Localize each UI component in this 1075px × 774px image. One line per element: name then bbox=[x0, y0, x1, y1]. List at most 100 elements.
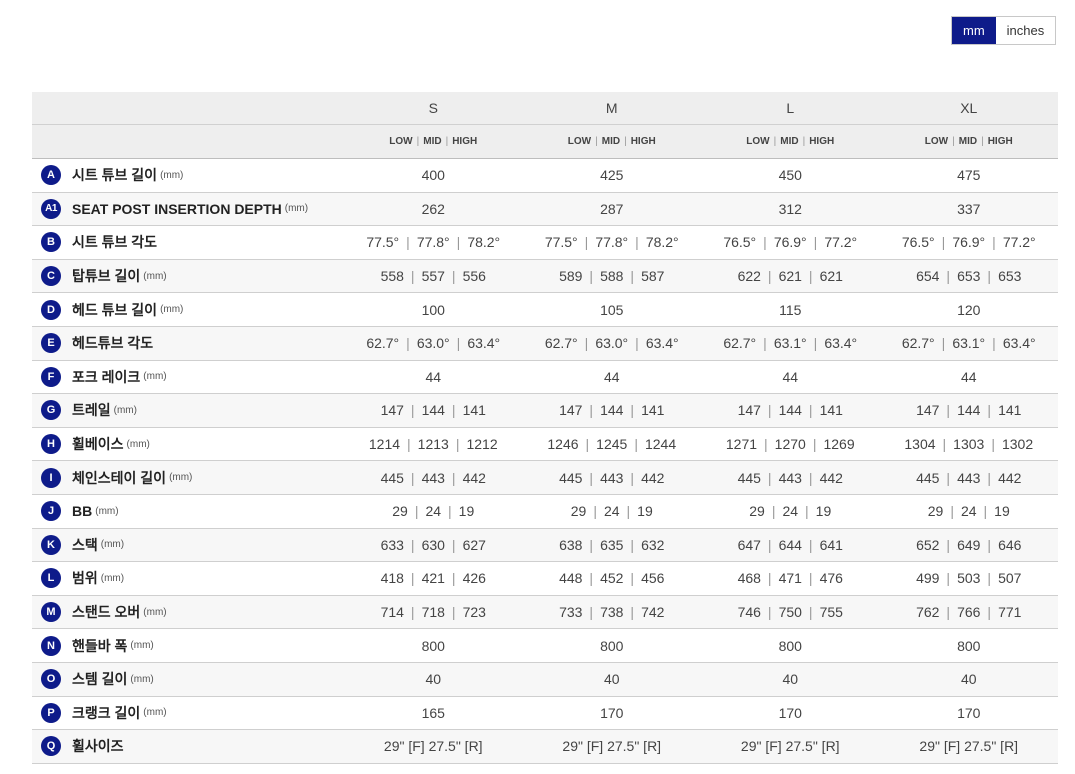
measurement-value: 40 bbox=[425, 671, 442, 688]
value-cell: 170 bbox=[879, 696, 1058, 731]
value-cell: 100 bbox=[344, 292, 523, 327]
measurement-value: 507 bbox=[998, 570, 1022, 587]
value-separator: | bbox=[764, 436, 768, 453]
value-separator: | bbox=[946, 402, 951, 419]
measurement-value: 29 bbox=[927, 503, 944, 520]
value-cell: 262 bbox=[344, 192, 523, 227]
measurement-value: 44 bbox=[425, 368, 442, 385]
measurement-name: 범위 bbox=[72, 570, 98, 587]
table-row: B 시트 튜브 각도 77.5° | 77.8° | 78.2° 77.5° | 77.8° | 78… bbox=[32, 225, 1058, 260]
measurement-value: 170 bbox=[600, 704, 624, 721]
value-separator: | bbox=[406, 234, 410, 251]
header-blank bbox=[32, 92, 344, 125]
value-cell: 800 bbox=[344, 628, 523, 663]
measurement-value: 630 bbox=[421, 536, 445, 553]
table-row: M 스탠드 오버 (mm) 714 | 718 | 723 733 | 738 | 742 746 | 750… bbox=[32, 595, 1058, 630]
measurement-value: 800 bbox=[421, 637, 445, 654]
table-row: A1 SEAT POST INSERTION DEPTH (mm) 262 287 312… bbox=[32, 192, 1058, 227]
value-cell: 418 | 421 | 426 bbox=[344, 561, 523, 596]
value-cell: 654 | 653 | 653 bbox=[879, 259, 1058, 294]
table-row: P 크랭크 길이 (mm) 165 170 170 170 bbox=[32, 696, 1058, 731]
measurement-value: 418 bbox=[380, 570, 404, 587]
measurement-value: 141 bbox=[641, 402, 665, 419]
measurement-value: 63.1° bbox=[952, 335, 986, 352]
value-separator: | bbox=[414, 503, 419, 520]
value-separator: | bbox=[456, 335, 461, 352]
value-separator: | bbox=[589, 536, 594, 553]
measurement-name: 포크 레이크 bbox=[72, 368, 141, 385]
table-row: L 범위 (mm) 418 | 421 | 426 448 | 452 | 456 468 | 471 | 476… bbox=[32, 561, 1058, 596]
measurement-value: 475 bbox=[957, 167, 981, 184]
value-separator: | bbox=[808, 604, 813, 621]
measurement-value: 471 bbox=[778, 570, 802, 587]
measurement-value: 503 bbox=[957, 570, 981, 587]
measurement-value: 443 bbox=[600, 469, 624, 486]
measurement-code-badge: J bbox=[41, 501, 61, 522]
value-separator: | bbox=[805, 503, 809, 520]
measurement-value: 147 bbox=[737, 402, 761, 419]
measurement-value: 426 bbox=[462, 570, 486, 587]
value-separator: | bbox=[981, 136, 984, 147]
measurement-unit: (mm) bbox=[143, 707, 167, 719]
value-cell: 746 | 750 | 755 bbox=[701, 595, 880, 630]
value-separator: | bbox=[451, 402, 456, 419]
measurement-unit: (mm) bbox=[130, 673, 154, 685]
measurement-value: 445 bbox=[737, 469, 761, 486]
measurement-value: 443 bbox=[778, 469, 802, 486]
measurement-value: 476 bbox=[819, 570, 843, 587]
measurement-value: 425 bbox=[600, 167, 624, 184]
measurement-value: 29 bbox=[392, 503, 408, 520]
measurement-unit: (mm) bbox=[95, 505, 119, 517]
measurement-value: 1212 bbox=[466, 436, 498, 453]
value-cell: 62.7° | 63.1° | 63.4° bbox=[879, 326, 1058, 361]
measurement-value: 19 bbox=[815, 503, 832, 520]
table-row: K 스택 (mm) 633 | 630 | 627 638 | 635 | 632 647 | 644 | 641… bbox=[32, 528, 1058, 563]
measurement-value: 733 bbox=[559, 604, 583, 621]
value-separator: | bbox=[406, 335, 410, 352]
value-cell: 622 | 621 | 621 bbox=[701, 259, 880, 294]
value-separator: | bbox=[767, 536, 772, 553]
measurement-value: 76.5° bbox=[723, 234, 757, 251]
measurement-value: 443 bbox=[421, 469, 445, 486]
measurement-unit: (mm) bbox=[143, 270, 167, 282]
measurement-value: 77.8° bbox=[416, 234, 450, 251]
measurement-value: 766 bbox=[957, 604, 981, 621]
value-cell: 312 bbox=[701, 192, 880, 227]
measurement-value: 653 bbox=[998, 268, 1022, 285]
value-cell: 29" [F] 27.5" [R] bbox=[522, 729, 701, 764]
measurement-name: 스템 길이 bbox=[72, 671, 128, 688]
measurement-value: 1269 bbox=[823, 436, 855, 453]
mm-unit-button[interactable]: mm bbox=[952, 17, 996, 44]
measurement-value: 445 bbox=[380, 469, 404, 486]
value-separator: | bbox=[987, 402, 992, 419]
table-row: A 시트 튜브 길이 (mm) 400 425 450 475 bbox=[32, 158, 1058, 193]
value-separator: | bbox=[456, 234, 461, 251]
value-separator: | bbox=[946, 536, 951, 553]
value-cell: 450 bbox=[701, 158, 880, 193]
setting-label-high: HIGH bbox=[452, 136, 478, 147]
value-cell: 425 bbox=[522, 158, 701, 193]
measurement-value: 62.7° bbox=[901, 335, 935, 352]
value-cell: 44 bbox=[344, 360, 523, 395]
measurement-value: 448 bbox=[559, 570, 583, 587]
measurement-value: 589 bbox=[559, 268, 583, 285]
row-label: O 스템 길이 (mm) bbox=[32, 662, 344, 697]
geometry-body: A 시트 튜브 길이 (mm) 400 425 450 475 A1 SEAT POST INS… bbox=[32, 158, 1058, 764]
value-cell: 638 | 635 | 632 bbox=[522, 528, 701, 563]
value-cell: 589 | 588 | 587 bbox=[522, 259, 701, 294]
table-row: O 스템 길이 (mm) 40 40 40 40 bbox=[32, 662, 1058, 697]
size-header-l: L bbox=[701, 92, 880, 125]
value-cell: 633 | 630 | 627 bbox=[344, 528, 523, 563]
inches-unit-button[interactable]: inches bbox=[995, 17, 1056, 44]
size-header-m: M bbox=[522, 92, 701, 125]
measurement-value: 77.5° bbox=[366, 234, 400, 251]
measurement-value: 638 bbox=[559, 536, 583, 553]
measurement-value: 499 bbox=[916, 570, 940, 587]
measurement-value: 738 bbox=[600, 604, 624, 621]
value-separator: | bbox=[455, 436, 460, 453]
measurement-value: 40 bbox=[960, 671, 977, 688]
measurement-value: 76.9° bbox=[952, 234, 986, 251]
setting-label-mid: MID bbox=[423, 136, 442, 147]
value-separator: | bbox=[630, 268, 635, 285]
row-label: A1 SEAT POST INSERTION DEPTH (mm) bbox=[32, 192, 344, 227]
